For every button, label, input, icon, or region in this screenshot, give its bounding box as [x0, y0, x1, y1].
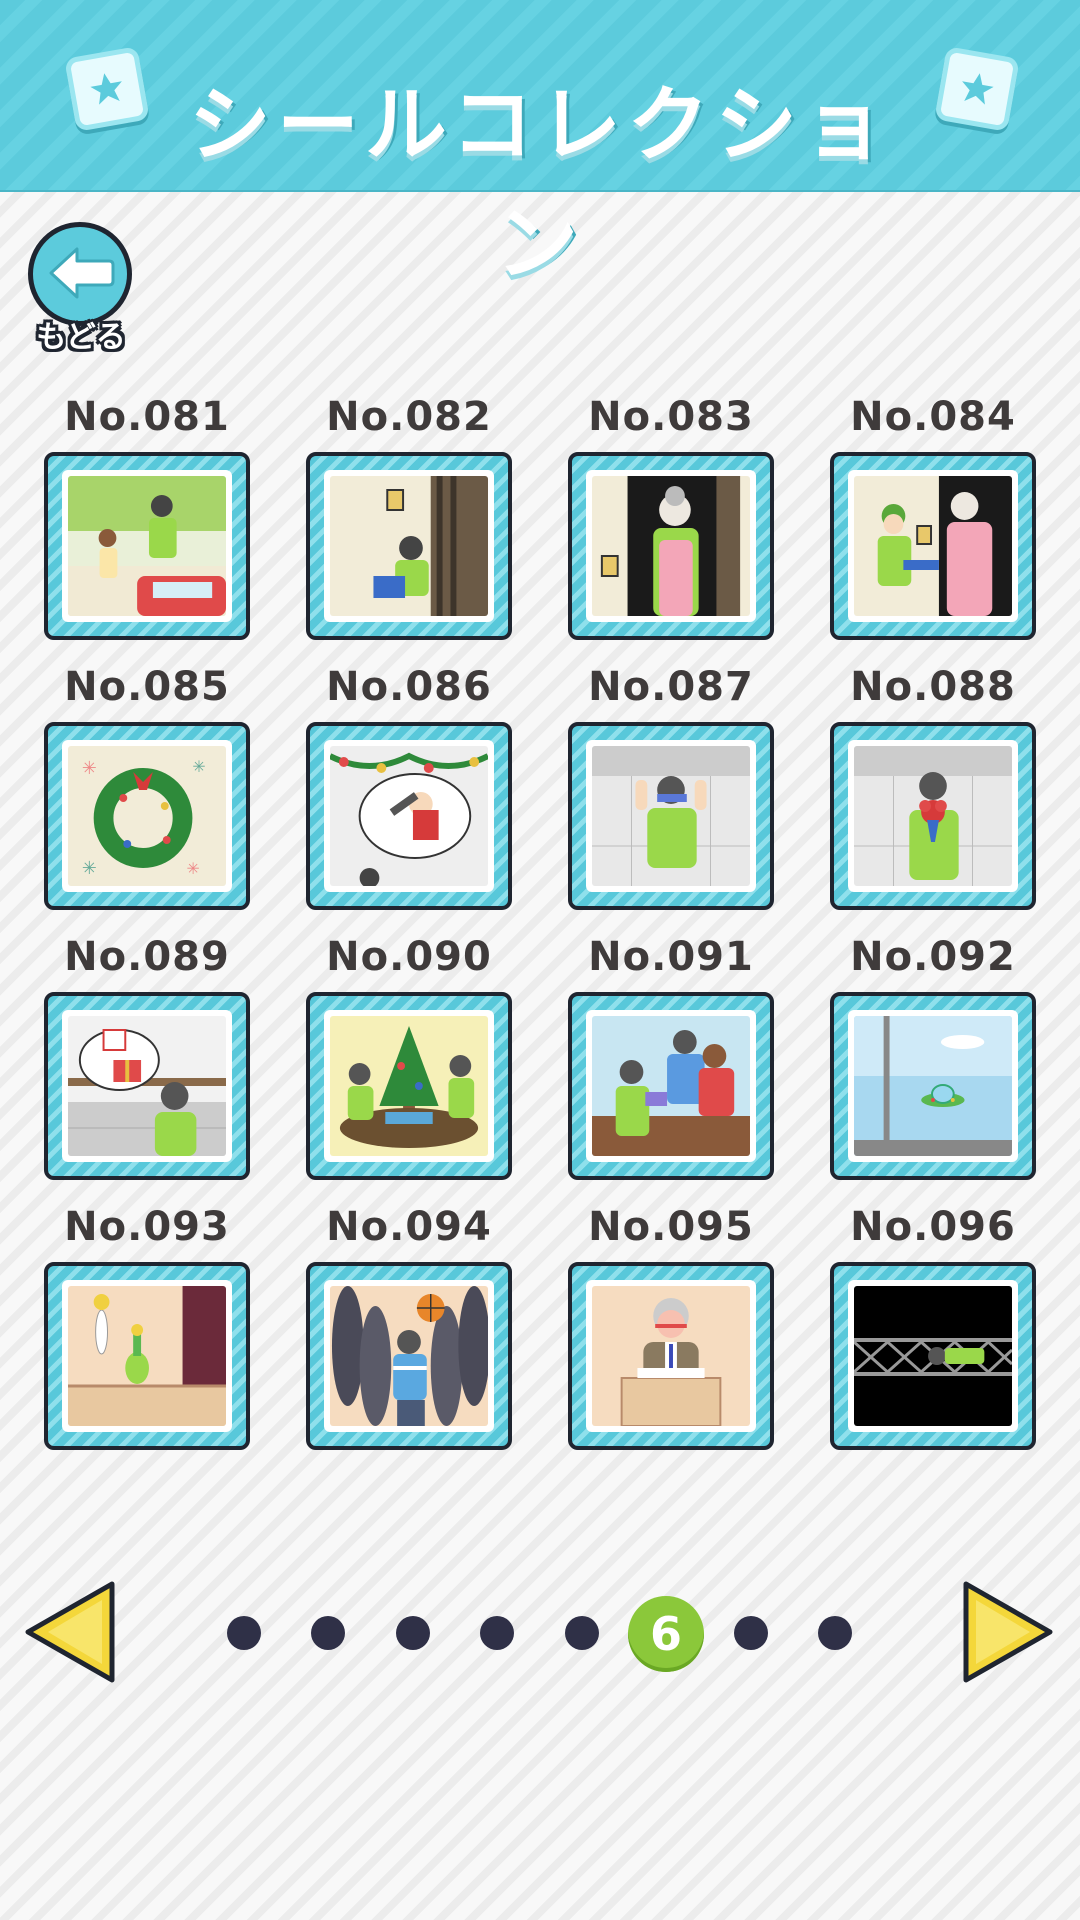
sticker-number: No.082: [326, 394, 492, 440]
page-dot-8[interactable]: [818, 1616, 852, 1650]
sticker-number: No.088: [850, 664, 1016, 710]
svg-text:✳: ✳: [192, 757, 205, 776]
sticker-number: No.083: [588, 394, 754, 440]
page-dot-1[interactable]: [227, 1616, 261, 1650]
svg-text:✳: ✳: [82, 758, 97, 779]
svg-text:✳: ✳: [187, 859, 200, 878]
sticker-number: No.090: [326, 934, 492, 980]
header-bar: シールコレクション: [0, 0, 1080, 292]
sticker-thumbnail[interactable]: [830, 452, 1036, 640]
sticker-number: No.086: [326, 664, 492, 710]
page-title: シールコレクション: [188, 78, 892, 292]
sticker-thumbnail[interactable]: [830, 722, 1036, 910]
star-badge-icon: [934, 46, 1020, 132]
star-badge-icon: [64, 46, 150, 132]
sticker-number: No.081: [64, 394, 230, 440]
sticker-number: No.094: [326, 1204, 492, 1250]
sticker-thumbnail[interactable]: ✳ ✳ ✳ ✳: [44, 722, 250, 910]
page-dot-3[interactable]: [396, 1616, 430, 1650]
sticker-number: No.096: [850, 1204, 1016, 1250]
sticker-thumbnail[interactable]: [44, 452, 250, 640]
sticker-thumbnail[interactable]: [306, 992, 512, 1180]
sticker-number: No.093: [64, 1204, 230, 1250]
sticker-thumbnail[interactable]: [568, 1262, 774, 1450]
sticker-thumbnail[interactable]: [44, 1262, 250, 1450]
sticker-number: No.092: [850, 934, 1016, 980]
arrow-left-icon: [49, 247, 115, 299]
sticker-thumbnail[interactable]: [44, 992, 250, 1180]
back-label[interactable]: もどる: [26, 312, 136, 356]
sticker-thumbnail[interactable]: [568, 722, 774, 910]
sticker-thumbnail[interactable]: [306, 1262, 512, 1450]
page-indicator-current: 6: [628, 1596, 704, 1672]
sticker-thumbnail[interactable]: [830, 992, 1036, 1180]
page-dot-5[interactable]: [565, 1616, 599, 1650]
sticker-number: No.095: [588, 1204, 754, 1250]
page-dot-4[interactable]: [480, 1616, 514, 1650]
page-dot-7[interactable]: [734, 1616, 768, 1650]
sticker-thumbnail[interactable]: [306, 722, 512, 910]
sticker-thumbnail[interactable]: [568, 452, 774, 640]
next-page-button[interactable]: [960, 1578, 1056, 1686]
page-dot-2[interactable]: [311, 1616, 345, 1650]
prev-page-button[interactable]: [22, 1578, 118, 1686]
sticker-number: No.087: [588, 664, 754, 710]
back-button[interactable]: [28, 222, 132, 326]
sticker-number: No.085: [64, 664, 230, 710]
sticker-thumbnail[interactable]: [306, 452, 512, 640]
svg-text:✳: ✳: [82, 858, 97, 879]
sticker-thumbnail[interactable]: [830, 1262, 1036, 1450]
sticker-number: No.084: [850, 394, 1016, 440]
sticker-number: No.089: [64, 934, 230, 980]
sticker-number: No.091: [588, 934, 754, 980]
sticker-thumbnail[interactable]: [568, 992, 774, 1180]
